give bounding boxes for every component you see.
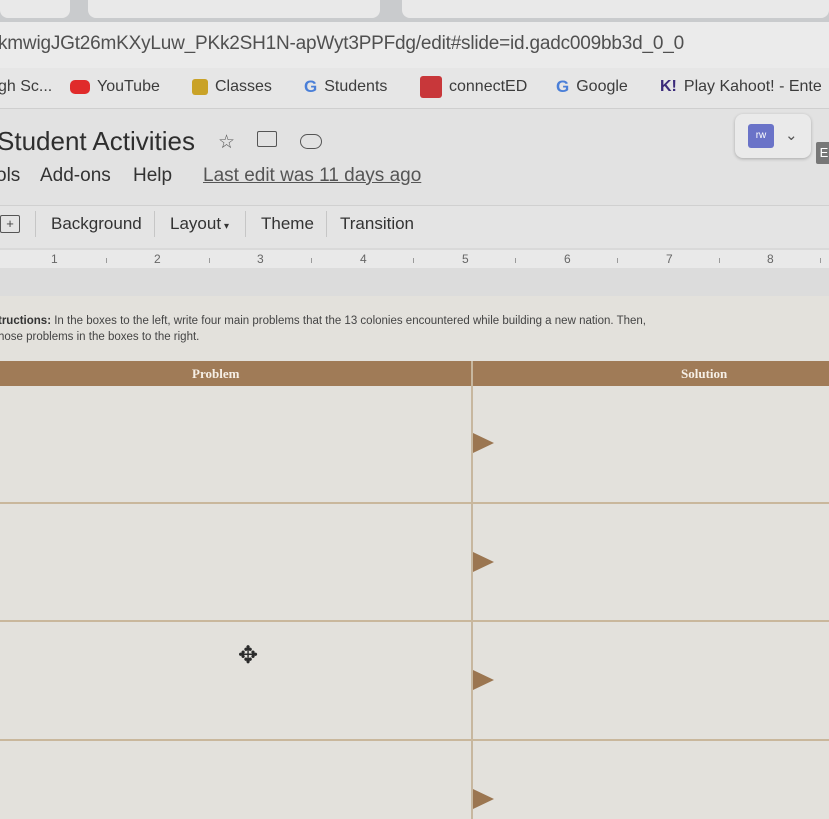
ruler-number: 6 bbox=[564, 252, 571, 266]
background-button[interactable]: Background bbox=[51, 214, 142, 234]
bookmark-classes[interactable]: Classes bbox=[192, 76, 272, 98]
browser-tab[interactable] bbox=[402, 0, 829, 18]
caret-down-icon: ▾ bbox=[224, 221, 230, 232]
cloud-status-icon[interactable] bbox=[300, 134, 322, 149]
solution-cell-2[interactable] bbox=[473, 504, 829, 620]
column-divider bbox=[471, 361, 473, 819]
ruler-number: 8 bbox=[767, 252, 774, 266]
ruler-number: 5 bbox=[462, 252, 469, 266]
new-slide-icon[interactable]: + bbox=[0, 215, 20, 233]
instructions-line-2: hose problems in the boxes to the right. bbox=[0, 331, 200, 343]
transition-button[interactable]: Transition bbox=[340, 214, 414, 234]
problem-cell-2[interactable] bbox=[0, 504, 471, 620]
bookmark-label: Google bbox=[576, 78, 628, 95]
connected-icon bbox=[420, 76, 442, 98]
bookmark-label: Classes bbox=[215, 78, 272, 95]
bookmark-youtube[interactable]: YouTube bbox=[70, 76, 160, 98]
bookmark-google[interactable]: G Google bbox=[556, 76, 628, 98]
solution-cell-1[interactable] bbox=[473, 386, 829, 502]
bookmark-kahoot[interactable]: K! Play Kahoot! - Ente bbox=[660, 76, 822, 98]
url-text[interactable]: kmwigJGt26mKXyLuw_PKk2SH1N-apWyt3PPFdg/e… bbox=[0, 33, 684, 55]
ruler-tick bbox=[106, 258, 107, 263]
problem-cell-1[interactable] bbox=[0, 386, 471, 502]
layout-label: Layout bbox=[170, 214, 222, 233]
browser-tab-strip bbox=[0, 0, 829, 22]
last-edit-link[interactable]: Last edit was 11 days ago bbox=[203, 165, 421, 187]
toolbar-divider bbox=[326, 211, 327, 237]
problem-cell-3[interactable] bbox=[0, 622, 471, 738]
ruler-number: 1 bbox=[51, 252, 58, 266]
ruler-tick bbox=[617, 258, 618, 263]
google-icon: G bbox=[556, 77, 570, 96]
classroom-icon bbox=[192, 79, 208, 95]
document-title[interactable]: Student Activities bbox=[0, 126, 195, 157]
solution-cell-3[interactable] bbox=[473, 622, 829, 738]
ruler-tick bbox=[311, 258, 312, 263]
arrow-right-icon bbox=[473, 670, 494, 690]
problem-cell-4[interactable] bbox=[0, 741, 471, 819]
bookmark-label: Students bbox=[324, 78, 388, 95]
toolbar-divider bbox=[154, 211, 155, 237]
solution-cell-4[interactable] bbox=[473, 741, 829, 819]
instructions-text[interactable]: tructions: In the boxes to the left, wri… bbox=[0, 313, 829, 345]
row-divider bbox=[0, 620, 829, 622]
arrow-right-icon bbox=[473, 552, 494, 572]
bookmark-label: gh Sc... bbox=[0, 78, 53, 95]
bookmark-label: YouTube bbox=[97, 78, 160, 95]
chevron-down-icon[interactable]: ⌄ bbox=[785, 126, 798, 144]
arrow-right-icon bbox=[473, 433, 494, 453]
app-header bbox=[0, 109, 829, 205]
theme-button[interactable]: Theme bbox=[261, 214, 314, 234]
puzzle-addon-icon: rw bbox=[748, 124, 774, 148]
bookmark-label: connectED bbox=[449, 78, 528, 95]
arrow-right-icon bbox=[473, 789, 494, 809]
move-folder-icon[interactable] bbox=[257, 131, 277, 147]
row-divider bbox=[0, 502, 829, 504]
edge-icon[interactable]: E bbox=[816, 142, 829, 164]
ruler-tick bbox=[413, 258, 414, 263]
horizontal-ruler bbox=[0, 250, 829, 269]
browser-tab-active[interactable] bbox=[88, 0, 380, 18]
ruler-tick bbox=[719, 258, 720, 263]
menu-add-ons[interactable]: Add-ons bbox=[40, 165, 111, 187]
ruler-number: 3 bbox=[257, 252, 264, 266]
ruler-number: 4 bbox=[360, 252, 367, 266]
row-divider bbox=[0, 739, 829, 741]
bookmark-connected[interactable]: connectED bbox=[420, 76, 527, 98]
ruler-number: 7 bbox=[666, 252, 673, 266]
instructions-label: tructions: bbox=[0, 315, 52, 327]
kahoot-icon: K! bbox=[660, 78, 677, 95]
ruler-tick bbox=[515, 258, 516, 263]
bookmark-school[interactable]: gh Sc... bbox=[0, 76, 52, 98]
ruler-number: 2 bbox=[154, 252, 161, 266]
bookmark-students[interactable]: G Students bbox=[304, 76, 387, 98]
toolbar-divider bbox=[35, 211, 36, 237]
problem-header: Problem bbox=[192, 366, 240, 381]
google-icon: G bbox=[304, 77, 318, 96]
ruler-tick bbox=[209, 258, 210, 263]
layout-dropdown[interactable]: Layout ▾ bbox=[170, 214, 229, 234]
ruler-tick bbox=[820, 258, 821, 263]
move-cursor-icon: ✥ bbox=[238, 642, 259, 669]
solution-header: Solution bbox=[681, 366, 728, 381]
canvas-margin bbox=[0, 268, 829, 296]
browser-tab[interactable] bbox=[0, 0, 70, 18]
menu-help[interactable]: Help bbox=[133, 165, 172, 187]
star-icon[interactable]: ☆ bbox=[218, 131, 235, 154]
menu-tools[interactable]: ols bbox=[0, 165, 20, 187]
youtube-icon bbox=[70, 80, 90, 94]
bookmark-label: Play Kahoot! - Ente bbox=[683, 78, 822, 95]
instructions-line-1: In the boxes to the left, write four mai… bbox=[51, 315, 646, 327]
toolbar-divider bbox=[245, 211, 246, 237]
